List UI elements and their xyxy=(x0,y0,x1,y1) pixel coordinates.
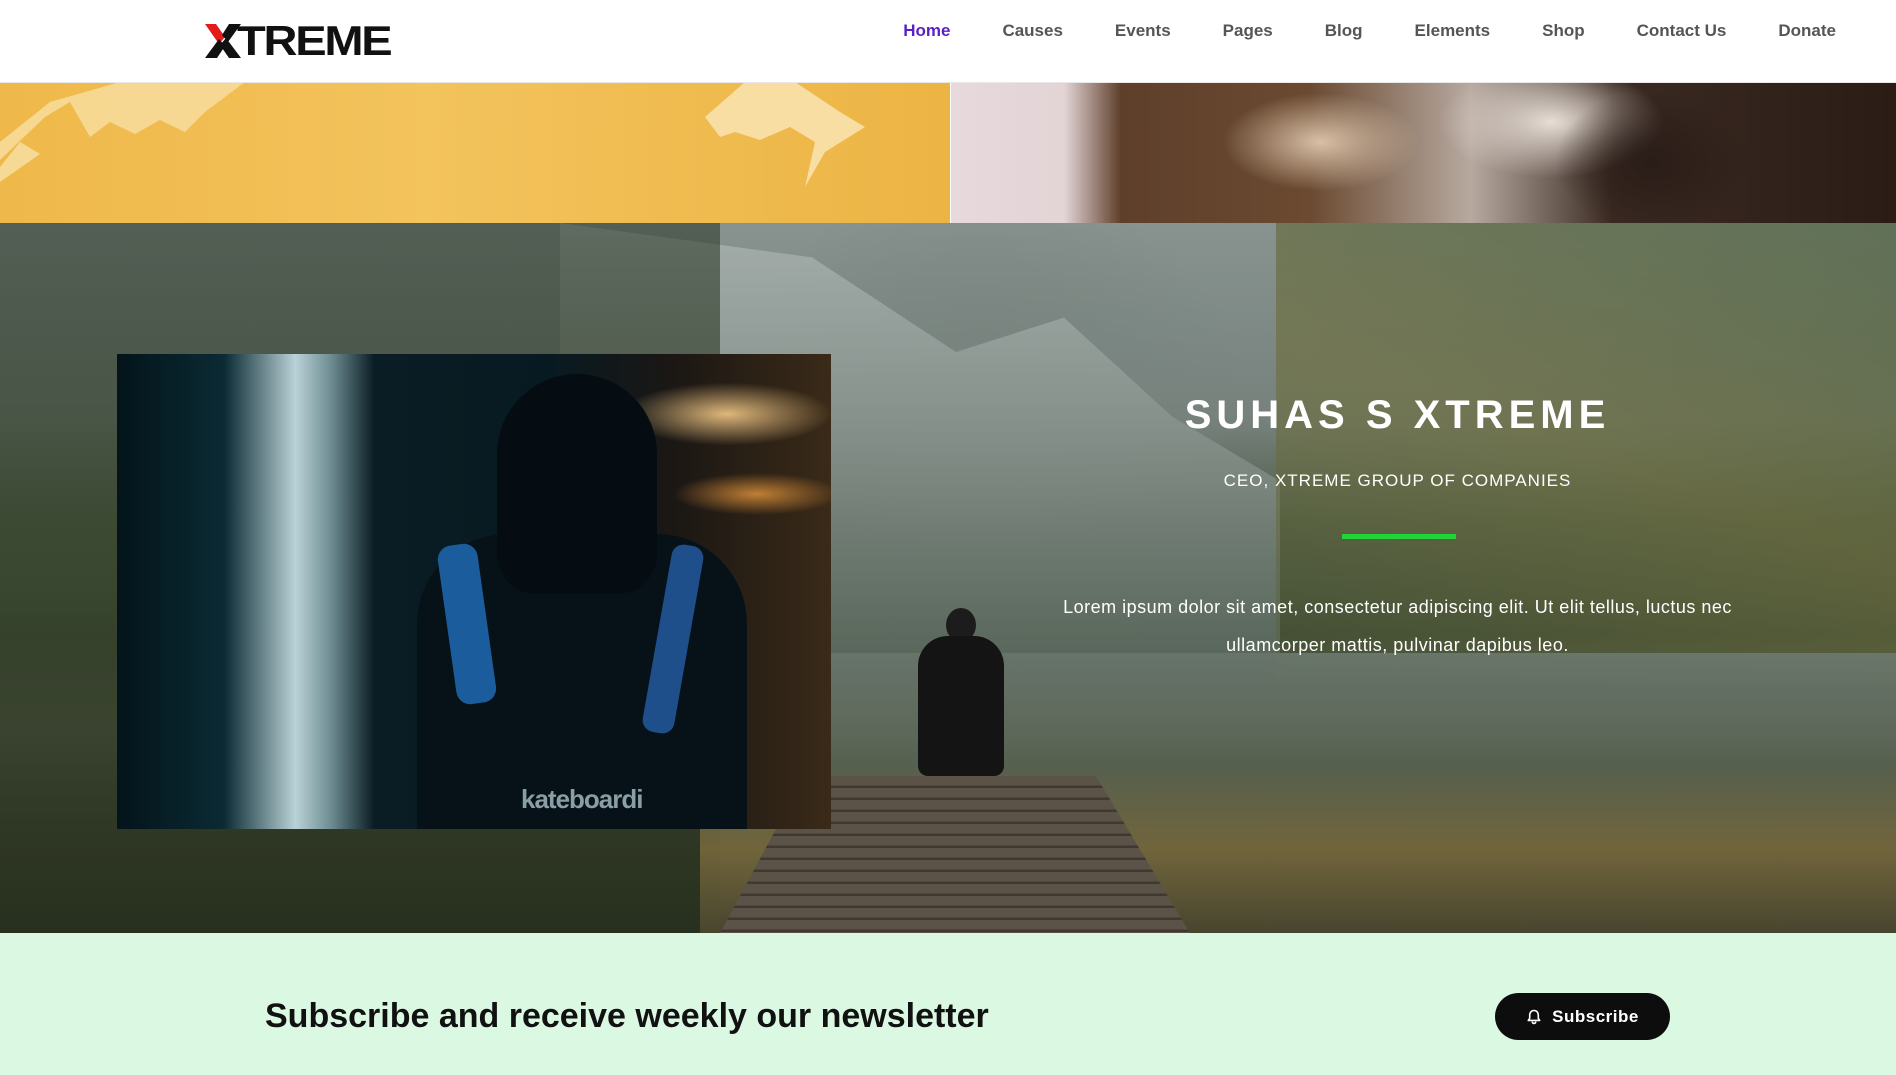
hero-bg-person xyxy=(918,608,1004,776)
top-image-strip xyxy=(0,82,1896,223)
nav-blog[interactable]: Blog xyxy=(1299,21,1389,41)
nav-pages[interactable]: Pages xyxy=(1197,21,1299,41)
newsletter-section: Subscribe and receive weekly our newslet… xyxy=(0,933,1896,1075)
nav-events[interactable]: Events xyxy=(1089,21,1197,41)
hero-description: Lorem ipsum dolor sit amet, consectetur … xyxy=(1063,597,1732,655)
subscribe-button[interactable]: Subscribe xyxy=(1495,993,1670,1040)
nav-contact-us[interactable]: Contact Us xyxy=(1611,21,1753,41)
profile-photo: kateboardi xyxy=(117,354,831,829)
yellow-banner-image xyxy=(0,82,950,223)
nav-shop[interactable]: Shop xyxy=(1516,21,1611,41)
logo-x-icon xyxy=(205,24,241,58)
hero-section: kateboardi SUHAS S XTREME CEO, XTREME GR… xyxy=(0,223,1896,933)
nav-home[interactable]: Home xyxy=(877,21,976,41)
site-logo[interactable]: TREME xyxy=(205,20,393,62)
hero-divider xyxy=(1342,534,1456,539)
nav-causes[interactable]: Causes xyxy=(976,21,1088,41)
newsletter-heading: Subscribe and receive weekly our newslet… xyxy=(265,997,989,1035)
hero-content: SUHAS S XTREME CEO, XTREME GROUP OF COMP… xyxy=(1015,223,1780,933)
hero-job-title: CEO, XTREME GROUP OF COMPANIES xyxy=(1223,471,1572,490)
photo-shirt-text: kateboardi xyxy=(521,784,643,814)
logo-wordmark: TREME xyxy=(237,17,393,64)
nav-elements[interactable]: Elements xyxy=(1389,21,1517,41)
hero-name: SUHAS S XTREME xyxy=(1184,393,1611,437)
subscribe-button-label: Subscribe xyxy=(1552,1006,1639,1026)
hands-photo xyxy=(951,82,1896,223)
site-header: TREME Home Causes Events Pages Blog Elem… xyxy=(0,0,1896,83)
main-nav: Home Causes Events Pages Blog Elements S… xyxy=(877,0,1862,62)
mountain-shapes-graphic xyxy=(0,82,865,187)
nav-donate[interactable]: Donate xyxy=(1752,21,1862,41)
bell-icon xyxy=(1527,1009,1541,1024)
